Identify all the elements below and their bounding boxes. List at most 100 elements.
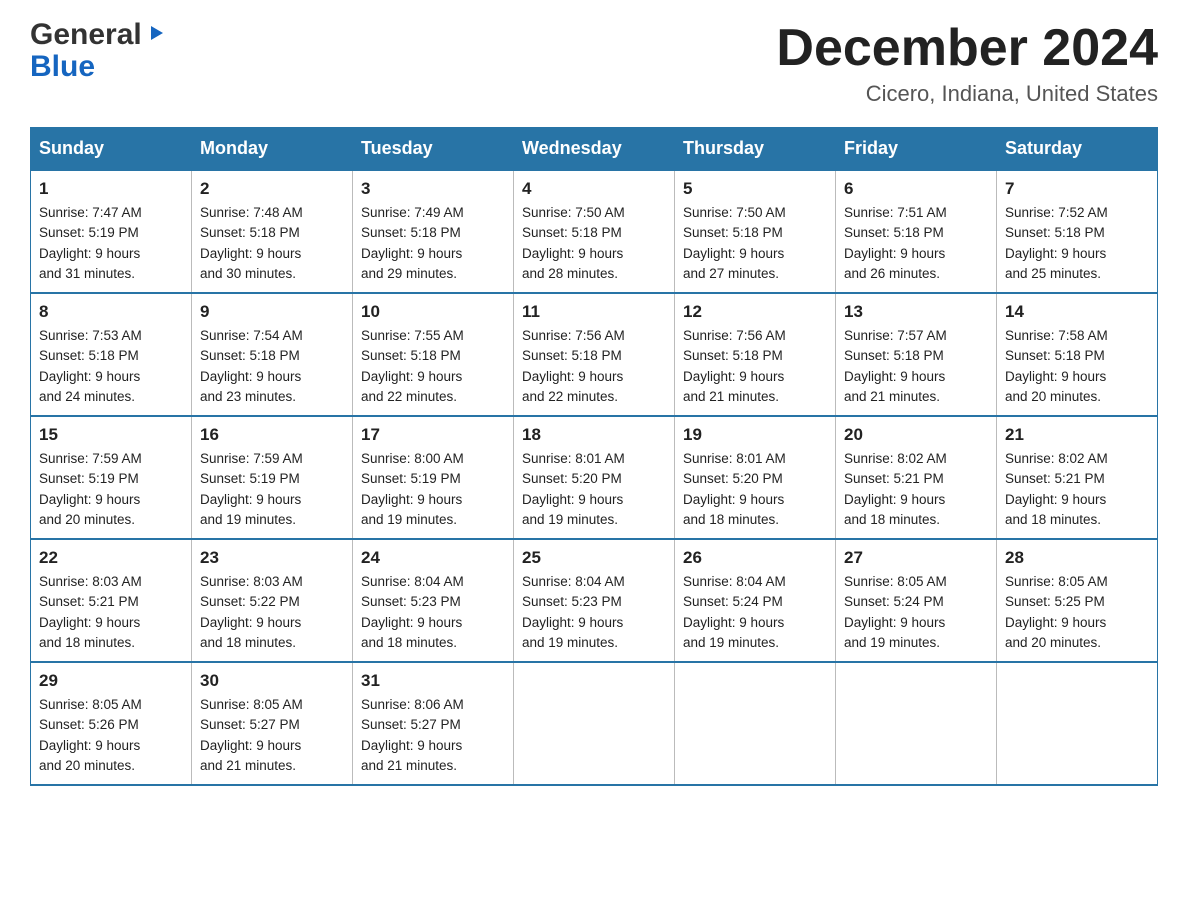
logo-blue-text: Blue (30, 50, 95, 83)
header-cell-thursday: Thursday (675, 128, 836, 171)
day-number: 11 (522, 302, 666, 322)
day-number: 16 (200, 425, 344, 445)
day-number: 5 (683, 179, 827, 199)
header-cell-tuesday: Tuesday (353, 128, 514, 171)
day-number: 29 (39, 671, 183, 691)
day-number: 25 (522, 548, 666, 568)
page-header: General Blue December 2024 Cicero, India… (30, 20, 1158, 107)
day-number: 19 (683, 425, 827, 445)
day-cell: 20Sunrise: 8:02 AMSunset: 5:21 PMDayligh… (836, 416, 997, 539)
day-info: Sunrise: 7:59 AMSunset: 5:19 PMDaylight:… (200, 449, 344, 530)
day-number: 3 (361, 179, 505, 199)
day-cell: 18 Sunrise: 8:01 AMSunset: 5:20 PMDayligh… (514, 416, 675, 539)
day-cell: 12 Sunrise: 7:56 AMSunset: 5:18 PMDayligh… (675, 293, 836, 416)
day-info: Sunrise: 7:56 AMSunset: 5:18 PMDaylight:… (683, 326, 827, 407)
day-number: 6 (844, 179, 988, 199)
day-number: 30 (200, 671, 344, 691)
week-row-1: 1 Sunrise: 7:47 AMSunset: 5:19 PMDaylight… (31, 170, 1158, 293)
week-row-2: 8Sunrise: 7:53 AMSunset: 5:18 PMDaylight… (31, 293, 1158, 416)
day-cell: 23Sunrise: 8:03 AMSunset: 5:22 PMDayligh… (192, 539, 353, 662)
day-info: Sunrise: 8:02 AMSunset: 5:21 PMDaylight:… (1005, 449, 1149, 530)
day-cell: 24 Sunrise: 8:04 AMSunset: 5:23 PMDayligh… (353, 539, 514, 662)
logo-general-text: General (30, 20, 142, 50)
day-info: Sunrise: 7:49 AMSunset: 5:18 PMDaylight:… (361, 203, 505, 284)
title-block: December 2024 Cicero, Indiana, United St… (776, 20, 1158, 107)
day-info: Sunrise: 8:03 AMSunset: 5:21 PMDaylight:… (39, 572, 183, 653)
month-title: December 2024 (776, 20, 1158, 77)
day-info: Sunrise: 8:01 AMSunset: 5:20 PMDaylight:… (522, 449, 666, 530)
day-cell: 5 Sunrise: 7:50 AMSunset: 5:18 PMDaylight… (675, 170, 836, 293)
day-cell: 25 Sunrise: 8:04 AMSunset: 5:23 PMDayligh… (514, 539, 675, 662)
day-number: 31 (361, 671, 505, 691)
day-info: Sunrise: 7:55 AMSunset: 5:18 PMDaylight:… (361, 326, 505, 407)
day-number: 1 (39, 179, 183, 199)
day-cell: 30 Sunrise: 8:05 AMSunset: 5:27 PMDayligh… (192, 662, 353, 785)
day-cell: 26 Sunrise: 8:04 AMSunset: 5:24 PMDayligh… (675, 539, 836, 662)
day-number: 14 (1005, 302, 1149, 322)
day-info: Sunrise: 8:04 AMSunset: 5:24 PMDaylight:… (683, 572, 827, 653)
day-number: 12 (683, 302, 827, 322)
day-cell: 19 Sunrise: 8:01 AMSunset: 5:20 PMDayligh… (675, 416, 836, 539)
day-info: Sunrise: 7:57 AMSunset: 5:18 PMDaylight:… (844, 326, 988, 407)
day-info: Sunrise: 7:59 AMSunset: 5:19 PMDaylight:… (39, 449, 183, 530)
day-cell: 10 Sunrise: 7:55 AMSunset: 5:18 PMDayligh… (353, 293, 514, 416)
day-number: 22 (39, 548, 183, 568)
day-cell: 21Sunrise: 8:02 AMSunset: 5:21 PMDayligh… (997, 416, 1158, 539)
day-info: Sunrise: 7:54 AMSunset: 5:18 PMDaylight:… (200, 326, 344, 407)
day-number: 26 (683, 548, 827, 568)
day-info: Sunrise: 8:05 AMSunset: 5:26 PMDaylight:… (39, 695, 183, 776)
day-cell: 8Sunrise: 7:53 AMSunset: 5:18 PMDaylight… (31, 293, 192, 416)
day-cell: 27Sunrise: 8:05 AMSunset: 5:24 PMDayligh… (836, 539, 997, 662)
day-number: 10 (361, 302, 505, 322)
day-info: Sunrise: 7:47 AMSunset: 5:19 PMDaylight:… (39, 203, 183, 284)
day-info: Sunrise: 7:58 AMSunset: 5:18 PMDaylight:… (1005, 326, 1149, 407)
week-row-5: 29 Sunrise: 8:05 AMSunset: 5:26 PMDayligh… (31, 662, 1158, 785)
day-info: Sunrise: 7:51 AMSunset: 5:18 PMDaylight:… (844, 203, 988, 284)
day-cell: 11Sunrise: 7:56 AMSunset: 5:18 PMDayligh… (514, 293, 675, 416)
day-number: 28 (1005, 548, 1149, 568)
day-info: Sunrise: 8:05 AMSunset: 5:27 PMDaylight:… (200, 695, 344, 776)
day-cell: 3 Sunrise: 7:49 AMSunset: 5:18 PMDaylight… (353, 170, 514, 293)
day-number: 7 (1005, 179, 1149, 199)
day-info: Sunrise: 7:48 AMSunset: 5:18 PMDaylight:… (200, 203, 344, 284)
day-info: Sunrise: 8:06 AMSunset: 5:27 PMDaylight:… (361, 695, 505, 776)
day-number: 18 (522, 425, 666, 445)
day-cell: 22 Sunrise: 8:03 AMSunset: 5:21 PMDayligh… (31, 539, 192, 662)
day-info: Sunrise: 8:00 AMSunset: 5:19 PMDaylight:… (361, 449, 505, 530)
header-cell-sunday: Sunday (31, 128, 192, 171)
day-info: Sunrise: 8:05 AMSunset: 5:24 PMDaylight:… (844, 572, 988, 653)
logo: General Blue (30, 20, 167, 84)
day-number: 2 (200, 179, 344, 199)
day-number: 23 (200, 548, 344, 568)
day-info: Sunrise: 8:01 AMSunset: 5:20 PMDaylight:… (683, 449, 827, 530)
day-cell: 16 Sunrise: 7:59 AMSunset: 5:19 PMDayligh… (192, 416, 353, 539)
header-cell-wednesday: Wednesday (514, 128, 675, 171)
day-cell: 7 Sunrise: 7:52 AMSunset: 5:18 PMDaylight… (997, 170, 1158, 293)
day-number: 9 (200, 302, 344, 322)
logo-arrow-icon (145, 22, 167, 48)
header-cell-monday: Monday (192, 128, 353, 171)
day-info: Sunrise: 7:52 AMSunset: 5:18 PMDaylight:… (1005, 203, 1149, 284)
header-cell-saturday: Saturday (997, 128, 1158, 171)
header-cell-friday: Friday (836, 128, 997, 171)
calendar-header: SundayMondayTuesdayWednesdayThursdayFrid… (31, 128, 1158, 171)
day-number: 24 (361, 548, 505, 568)
day-cell: 17Sunrise: 8:00 AMSunset: 5:19 PMDayligh… (353, 416, 514, 539)
day-cell (997, 662, 1158, 785)
day-info: Sunrise: 8:04 AMSunset: 5:23 PMDaylight:… (522, 572, 666, 653)
day-cell: 14 Sunrise: 7:58 AMSunset: 5:18 PMDayligh… (997, 293, 1158, 416)
day-info: Sunrise: 8:04 AMSunset: 5:23 PMDaylight:… (361, 572, 505, 653)
day-number: 20 (844, 425, 988, 445)
day-cell: 13Sunrise: 7:57 AMSunset: 5:18 PMDayligh… (836, 293, 997, 416)
day-cell: 28Sunrise: 8:05 AMSunset: 5:25 PMDayligh… (997, 539, 1158, 662)
day-info: Sunrise: 7:50 AMSunset: 5:18 PMDaylight:… (683, 203, 827, 284)
day-cell: 1 Sunrise: 7:47 AMSunset: 5:19 PMDaylight… (31, 170, 192, 293)
calendar-table: SundayMondayTuesdayWednesdayThursdayFrid… (30, 127, 1158, 786)
day-number: 15 (39, 425, 183, 445)
calendar-body: 1 Sunrise: 7:47 AMSunset: 5:19 PMDaylight… (31, 170, 1158, 785)
week-row-4: 22 Sunrise: 8:03 AMSunset: 5:21 PMDayligh… (31, 539, 1158, 662)
day-info: Sunrise: 7:53 AMSunset: 5:18 PMDaylight:… (39, 326, 183, 407)
day-cell: 4Sunrise: 7:50 AMSunset: 5:18 PMDaylight… (514, 170, 675, 293)
day-cell (675, 662, 836, 785)
week-row-3: 15 Sunrise: 7:59 AMSunset: 5:19 PMDayligh… (31, 416, 1158, 539)
